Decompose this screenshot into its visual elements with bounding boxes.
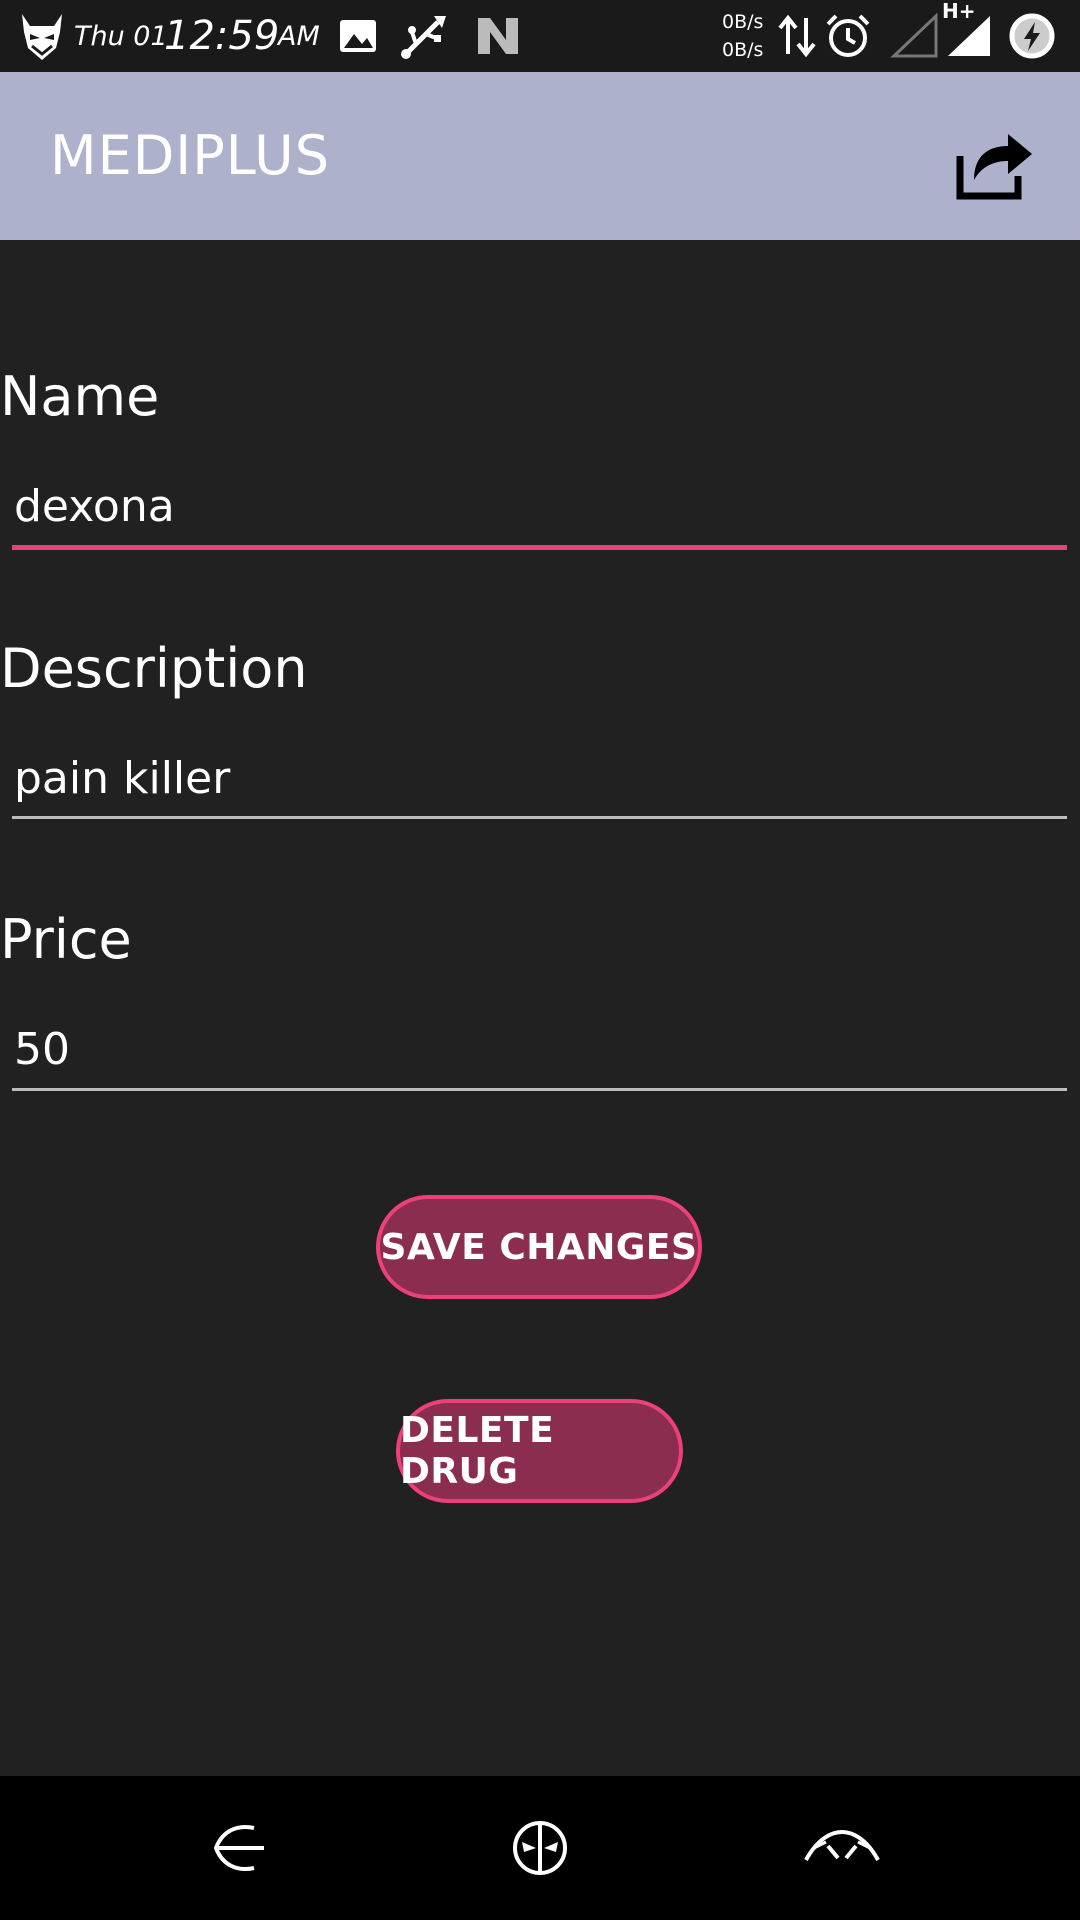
description-label: Description (0, 637, 308, 700)
app-title: MEDIPLUS (50, 124, 330, 187)
n-icon (478, 18, 518, 54)
price-label: Price (0, 908, 132, 971)
usb-icon (401, 16, 446, 59)
data-rate-up: 0B/s (722, 11, 764, 33)
recents-icon[interactable] (792, 1798, 892, 1898)
name-input-underline (12, 545, 1067, 550)
name-input[interactable] (12, 470, 1067, 542)
save-changes-button[interactable]: SAVE CHANGES (376, 1195, 702, 1299)
description-input[interactable] (12, 742, 1067, 814)
home-icon[interactable] (490, 1798, 590, 1898)
status-time: 12:59 (164, 13, 280, 59)
signal-full-icon (948, 16, 990, 56)
signal-empty-icon (890, 12, 938, 58)
price-input[interactable] (12, 1013, 1067, 1085)
back-icon[interactable] (186, 1798, 286, 1898)
data-rate-down: 0B/s (722, 39, 764, 61)
share-icon[interactable] (948, 116, 1038, 206)
name-label: Name (0, 365, 160, 428)
battery-charging-icon (1009, 13, 1055, 59)
data-arrows-icon (778, 14, 816, 58)
devil-logo-icon (22, 14, 62, 60)
delete-drug-button[interactable]: DELETE DRUG (396, 1399, 683, 1503)
alarm-icon (826, 14, 870, 57)
status-day: Thu 01 (74, 20, 168, 52)
image-icon (340, 20, 376, 52)
navigation-bar (0, 1776, 1080, 1920)
app-bar: MEDIPLUS (0, 72, 1080, 240)
status-bar: Thu 01 12:59 AM 0B/s 0B/s H+ (0, 0, 1080, 72)
status-ampm: AM (278, 20, 320, 52)
description-input-underline (12, 816, 1067, 819)
data-rate: 0B/s 0B/s (722, 0, 763, 72)
price-input-underline (12, 1088, 1067, 1091)
